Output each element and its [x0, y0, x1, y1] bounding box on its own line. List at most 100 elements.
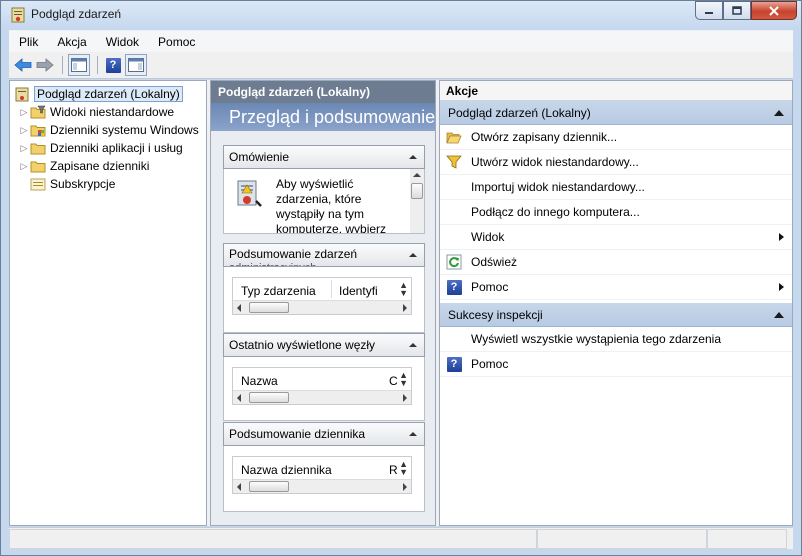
scroll-up-icon[interactable] — [413, 173, 421, 177]
action-label: Pomoc — [471, 280, 509, 294]
action-label: Otwórz zapisany dziennik... — [471, 130, 618, 144]
show-hide-console-tree-button[interactable] — [68, 54, 90, 76]
tree-item-saved-logs[interactable]: ▷ Zapisane dzienniki — [10, 157, 206, 175]
action-connect-to-computer[interactable]: Podłącz do innego komputera... — [440, 200, 792, 225]
event-summary-section-body: Typ zdarzenia Identyfi ▲ ▼ — [223, 267, 425, 333]
status-cell — [9, 529, 537, 549]
actions-pane: Akcje Podgląd zdarzeń (Lokalny) Otwórz z… — [439, 80, 793, 526]
results-pane-header: Podgląd zdarzeń (Lokalny) — [211, 81, 435, 103]
collapse-icon[interactable] — [409, 343, 417, 347]
action-refresh[interactable]: Odśwież — [440, 250, 792, 275]
horizontal-scrollbar[interactable] — [233, 390, 411, 404]
recent-nodes-section-header[interactable]: Ostatnio wyświetlone węzły — [223, 333, 425, 357]
tree-item-windows-logs[interactable]: ▷ Dzienniki systemu Windows — [10, 121, 206, 139]
scroll-right-icon[interactable] — [403, 394, 407, 402]
folder-icon — [30, 159, 46, 174]
scrollbar-thumb[interactable] — [249, 302, 289, 313]
scrollbar-thumb[interactable] — [249, 481, 289, 492]
collapse-icon[interactable] — [409, 253, 417, 257]
event-viewer-icon — [14, 87, 30, 102]
scroll-right-icon[interactable] — [403, 304, 407, 312]
tree-item-custom-views[interactable]: ▷ Widoki niestandardowe — [10, 103, 206, 121]
scroll-left-icon[interactable] — [237, 483, 241, 491]
tree-item-subscriptions[interactable]: Subskrypcje — [10, 175, 206, 193]
back-button[interactable] — [13, 54, 33, 76]
scrollbar-thumb[interactable] — [411, 183, 423, 199]
menu-help[interactable]: Pomoc — [148, 35, 204, 49]
event-viewer-icon — [11, 7, 25, 23]
scroll-left-icon[interactable] — [237, 394, 241, 402]
log-summary-section-header[interactable]: Podsumowanie dziennika — [223, 422, 425, 446]
expand-arrow-icon[interactable]: ▷ — [18, 125, 30, 136]
recent-nodes-section-body: Nazwa C ▲ ▼ — [223, 357, 425, 421]
action-create-custom-view[interactable]: Utwórz widok niestandardowy... — [440, 150, 792, 175]
collapse-icon[interactable] — [409, 155, 417, 159]
minimize-button[interactable] — [695, 1, 723, 20]
action-view[interactable]: Widok — [440, 225, 792, 250]
event-viewer-window: Podgląd zdarzeń Plik Akcja Widok Pomoc ?… — [0, 0, 802, 556]
spinner-icon[interactable]: ▲ ▼ — [399, 281, 408, 298]
column-header-name[interactable]: Nazwa — [241, 374, 278, 388]
overview-text: Aby wyświetlić zdarzenia, które wystąpił… — [276, 177, 387, 234]
menu-action[interactable]: Akcja — [47, 35, 95, 49]
back-arrow-icon — [14, 58, 32, 72]
action-help-event[interactable]: ? Pomoc — [440, 352, 792, 377]
collapse-icon[interactable] — [409, 432, 417, 436]
maximize-button[interactable] — [723, 1, 751, 20]
expand-arrow-icon[interactable]: ▷ — [18, 161, 30, 172]
scroll-left-icon[interactable] — [237, 304, 241, 312]
collapse-icon[interactable] — [774, 110, 784, 116]
show-hide-action-pane-button[interactable] — [125, 54, 147, 76]
log-summary-section: Podsumowanie dziennika Nazwa dziennika R… — [223, 422, 425, 512]
actions-group-local[interactable]: Podgląd zdarzeń (Lokalny) — [440, 101, 792, 125]
filter-icon — [446, 154, 462, 170]
help-icon: ? — [446, 279, 462, 295]
tree-item-label: Subskrypcje — [50, 177, 116, 191]
action-help[interactable]: ? Pomoc — [440, 275, 792, 300]
close-button[interactable] — [751, 1, 797, 20]
event-summary-section-header[interactable]: Podsumowanie zdarzeń administracyjnych — [223, 243, 425, 267]
collapse-icon[interactable] — [774, 312, 784, 318]
vertical-scrollbar[interactable] — [410, 169, 424, 233]
action-open-saved-log[interactable]: Otwórz zapisany dziennik... — [440, 125, 792, 150]
column-header-id[interactable]: Identyfi — [339, 284, 378, 298]
section-title: Omówienie — [229, 150, 290, 164]
actions-group-audit-success[interactable]: Sukcesy inspekcji — [440, 303, 792, 327]
tree-item-label: Podgląd zdarzeń (Lokalny) — [34, 86, 183, 102]
menu-file[interactable]: Plik — [9, 35, 47, 49]
horizontal-scrollbar[interactable] — [233, 479, 411, 493]
folder-filter-icon — [30, 105, 46, 120]
tree-item-root[interactable]: Podgląd zdarzeń (Lokalny) — [10, 85, 206, 103]
forward-button[interactable] — [35, 54, 55, 76]
log-summary-grid: Nazwa dziennika R — [232, 456, 412, 494]
overview-section-body: Aby wyświetlić zdarzenia, które wystąpił… — [223, 169, 425, 234]
scroll-right-icon[interactable] — [403, 483, 407, 491]
scrollbar-thumb[interactable] — [249, 392, 289, 403]
event-log-info-icon — [237, 180, 262, 207]
actions-group-title: Podgląd zdarzeń (Lokalny) — [448, 106, 591, 120]
action-show-all-occurrences[interactable]: Wyświetl wszystkie wystąpienia tego zdar… — [440, 327, 792, 352]
expand-arrow-icon[interactable]: ▷ — [18, 107, 30, 118]
column-header-log-name[interactable]: Nazwa dziennika — [241, 463, 332, 477]
column-header-r[interactable]: R — [389, 463, 398, 477]
column-header-c[interactable]: C — [389, 374, 398, 388]
column-header-event-type[interactable]: Typ zdarzenia — [241, 284, 316, 298]
submenu-arrow-icon — [779, 283, 784, 291]
spinner-icon[interactable]: ▲ ▼ — [399, 371, 408, 388]
title-bar[interactable]: Podgląd zdarzeń — [1, 1, 801, 29]
spinner-icon[interactable]: ▲ ▼ — [399, 460, 408, 477]
action-import-custom-view[interactable]: Importuj widok niestandardowy... — [440, 175, 792, 200]
help-button[interactable]: ? — [103, 54, 123, 76]
section-title: Podsumowanie dziennika — [229, 427, 366, 441]
open-folder-icon — [446, 129, 462, 145]
horizontal-scrollbar[interactable] — [233, 300, 411, 314]
overview-section-header[interactable]: Omówienie — [223, 145, 425, 169]
expand-arrow-icon[interactable]: ▷ — [18, 143, 30, 154]
overview-banner: Przegląd i podsumowanie — [211, 103, 435, 131]
folder-icon — [30, 141, 46, 156]
event-summary-section: Podsumowanie zdarzeń administracyjnych T… — [223, 243, 425, 333]
tree-item-label: Dzienniki systemu Windows — [50, 123, 199, 137]
menu-view[interactable]: Widok — [96, 35, 148, 49]
status-cell — [707, 529, 787, 549]
tree-item-app-service-logs[interactable]: ▷ Dzienniki aplikacji i usług — [10, 139, 206, 157]
